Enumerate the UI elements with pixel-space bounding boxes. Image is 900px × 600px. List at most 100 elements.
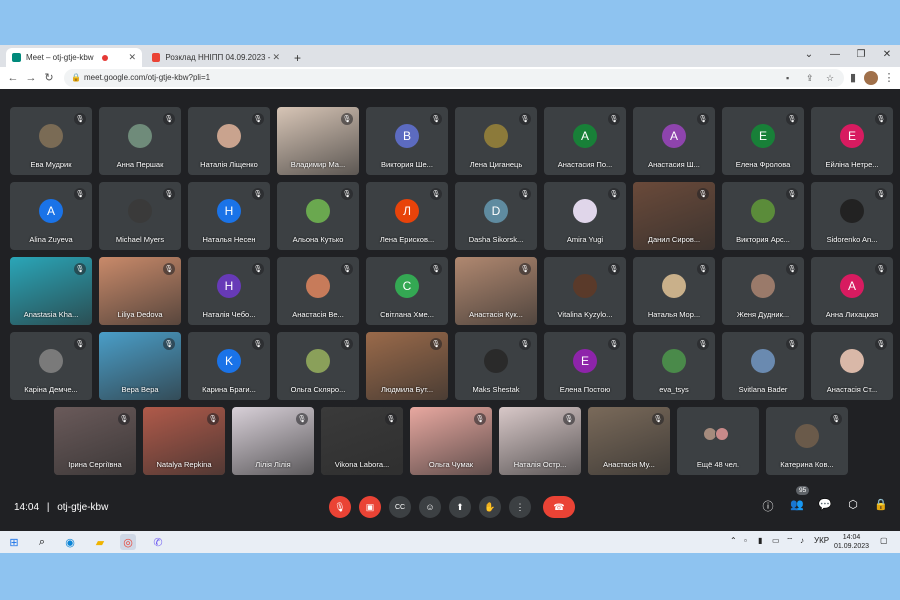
edge-browser-icon[interactable]: ◉ xyxy=(62,534,78,550)
chat-icon[interactable]: 💬 xyxy=(817,498,833,511)
tab-meet[interactable]: Meet – otj-gtje-kbw ✕ xyxy=(6,48,142,67)
back-icon[interactable]: ← xyxy=(6,70,20,86)
present-button[interactable]: ⬆ xyxy=(449,496,471,518)
participant-tile[interactable]: D 🎙 Dasha Sikorsk... xyxy=(455,182,537,250)
muted-mic-icon: 🎙 xyxy=(430,188,442,200)
participant-tile[interactable]: 🎙 Liliya Dedova xyxy=(99,257,181,325)
participant-tile[interactable]: 🎙 Анастасія Ве... xyxy=(277,257,359,325)
tray-volume-icon[interactable]: ♪ xyxy=(800,536,804,545)
tray-battery-icon[interactable]: ▭ xyxy=(772,536,780,545)
participant-tile[interactable]: 🎙 Ольга Чумак xyxy=(410,407,492,475)
tray-mic-icon[interactable]: ▮ xyxy=(758,536,762,545)
tray-wifi-icon[interactable]: ⌔ xyxy=(786,536,794,546)
tab-schedule[interactable]: Розклад ННІПП 04.09.2023 - ex ✕ xyxy=(146,48,286,67)
share-icon[interactable]: ⇪ xyxy=(806,69,814,87)
tray-clock[interactable]: 14:04 01.09.2023 xyxy=(834,533,869,551)
sidepanel-icon[interactable]: ▮ xyxy=(846,70,860,86)
chrome-icon[interactable]: ◎ xyxy=(120,534,136,550)
viber-icon[interactable]: ✆ xyxy=(150,534,166,550)
minimize-icon[interactable]: — xyxy=(826,47,844,63)
tray-meet-icon[interactable]: ▫ xyxy=(744,536,747,545)
participant-tile[interactable]: 🎙 Vitalina Kyzylo... xyxy=(544,257,626,325)
emoji-button[interactable]: ☺ xyxy=(419,496,441,518)
participant-tile[interactable]: E 🎙 Ейліна Нетре... xyxy=(811,107,893,175)
participant-tile[interactable]: 🎙 Анастасія Кук... xyxy=(455,257,537,325)
participant-tile[interactable]: 🎙 Анастасія Ст... xyxy=(811,332,893,400)
reload-icon[interactable]: ↻ xyxy=(42,70,56,86)
participant-tile[interactable]: B 🎙 Виктория Ше... xyxy=(366,107,448,175)
forward-icon[interactable]: → xyxy=(24,70,38,86)
profile-avatar[interactable] xyxy=(864,71,878,85)
participant-tile[interactable]: E 🎙 Елена Фролова xyxy=(722,107,804,175)
participant-tile[interactable]: 🎙 Maks Shestak xyxy=(455,332,537,400)
participant-tile[interactable]: A 🎙 Анна Лихацкая xyxy=(811,257,893,325)
participant-tile[interactable]: 🎙 Данил Сиров... xyxy=(633,182,715,250)
participant-tile[interactable]: 🎙 Ева Мудрик xyxy=(10,107,92,175)
participant-tile[interactable]: 🎙 Sidorenko An... xyxy=(811,182,893,250)
captions-button[interactable]: CC xyxy=(389,496,411,518)
participant-tile[interactable]: 🎙 Каріна Демче... xyxy=(10,332,92,400)
participant-tile[interactable]: K 🎙 Карина Браги... xyxy=(188,332,270,400)
tab-search-icon[interactable]: ⌄ xyxy=(800,47,818,63)
participant-tile[interactable]: 🎙 Виктория Арс... xyxy=(722,182,804,250)
participant-tile[interactable]: C 🎙 Світлана Хме... xyxy=(366,257,448,325)
raise-hand-button[interactable]: ✋ xyxy=(479,496,501,518)
activities-icon[interactable]: ⬡ xyxy=(845,498,861,511)
menu-dots-icon[interactable]: ⋮ xyxy=(882,70,896,86)
participant-tile[interactable]: A 🎙 Анастасия Ш... xyxy=(633,107,715,175)
close-tab-icon[interactable]: ✕ xyxy=(272,52,280,63)
bookmark-star-icon[interactable]: ☆ xyxy=(826,69,834,87)
participant-tile[interactable]: 🎙 Лілія Лілія xyxy=(232,407,314,475)
participant-tile[interactable]: 🎙 Наталья Мор... xyxy=(633,257,715,325)
muted-mic-icon: 🎙 xyxy=(385,413,397,425)
participant-tile[interactable]: 🎙 Svitlana Bader xyxy=(722,332,804,400)
participant-tile[interactable]: 🎙 Vikona Labora... xyxy=(321,407,403,475)
participant-tile[interactable]: 🎙 Катерина Ков... xyxy=(766,407,848,475)
search-icon[interactable]: ⌕ xyxy=(34,534,50,550)
windows-start-icon[interactable]: ⊞ xyxy=(6,534,22,550)
participant-tile[interactable]: 🎙 Анастасія Му... xyxy=(588,407,670,475)
camera-icon[interactable]: ▪ xyxy=(786,69,789,87)
notifications-icon[interactable]: ▢ xyxy=(880,536,888,545)
participant-tile[interactable]: 🎙 Вера Вера xyxy=(99,332,181,400)
close-window-icon[interactable]: ✕ xyxy=(878,47,896,63)
participant-tile[interactable]: 🎙 Michael Myers xyxy=(99,182,181,250)
participant-tile[interactable]: 🎙 Женя Дудник... xyxy=(722,257,804,325)
participant-tile[interactable]: 🎙 Наталія Остр... xyxy=(499,407,581,475)
file-explorer-icon[interactable]: ▰ xyxy=(92,534,108,550)
people-icon[interactable]: 👥 xyxy=(789,498,805,511)
host-controls-icon[interactable]: 🔒 xyxy=(873,498,889,511)
tray-language[interactable]: УКР xyxy=(814,536,829,545)
leave-call-button[interactable]: ☎ xyxy=(543,496,575,518)
url-input[interactable]: 🔒 meet.google.com/otj-gtje-kbw?pli=1 ▪ ⇪… xyxy=(64,69,844,87)
participant-tile[interactable]: H 🎙 Наталія Чебо... xyxy=(188,257,270,325)
participant-tile[interactable]: 🎙 Альона Кутько xyxy=(277,182,359,250)
participant-tile[interactable]: 🎙 Ольга Скляро... xyxy=(277,332,359,400)
maximize-icon[interactable]: ❐ xyxy=(852,47,870,63)
new-tab-button[interactable]: + xyxy=(288,48,308,67)
participant-tile[interactable]: 🎙 Amira Yugi xyxy=(544,182,626,250)
participant-tile[interactable]: 🎙 Наталія Ліщенко xyxy=(188,107,270,175)
camera-off-button[interactable]: ▣ xyxy=(359,496,381,518)
participant-tile[interactable]: 🎙 Владимир Ма... xyxy=(277,107,359,175)
participant-tile[interactable]: 🎙 Лена Циганець xyxy=(455,107,537,175)
participant-tile[interactable]: 🎙 Anastasia Kha... xyxy=(10,257,92,325)
mic-off-button[interactable]: 🎙 xyxy=(329,496,351,518)
participant-avatar: K xyxy=(217,348,241,373)
tray-chevron-icon[interactable]: ⌃ xyxy=(730,536,737,545)
participant-tile[interactable]: Л 🎙 Лена Ерисков... xyxy=(366,182,448,250)
participant-tile[interactable]: 🎙 eva_tsys xyxy=(633,332,715,400)
participant-tile[interactable]: A 🎙 Alina Zuyeva xyxy=(10,182,92,250)
participant-tile[interactable]: A 🎙 Анастасия По... xyxy=(544,107,626,175)
meeting-details-icon[interactable]: ⓘ xyxy=(760,498,776,514)
participant-tile[interactable]: H 🎙 Наталья Несен xyxy=(188,182,270,250)
more-options-button[interactable]: ⋮ xyxy=(509,496,531,518)
participant-tile[interactable]: 🎙 Людмила Бут... xyxy=(366,332,448,400)
participant-tile[interactable]: 🎙 Анна Першак xyxy=(99,107,181,175)
muted-mic-icon: 🎙 xyxy=(519,263,531,275)
more-participants-tile[interactable]: Ещё 48 чел. xyxy=(677,407,759,475)
participant-tile[interactable]: E 🎙 Елена Постою xyxy=(544,332,626,400)
participant-tile[interactable]: 🎙 Natalya Repkina xyxy=(143,407,225,475)
close-tab-icon[interactable]: ✕ xyxy=(128,52,136,63)
participant-tile[interactable]: 🎙 Ірина Сергіївна xyxy=(54,407,136,475)
